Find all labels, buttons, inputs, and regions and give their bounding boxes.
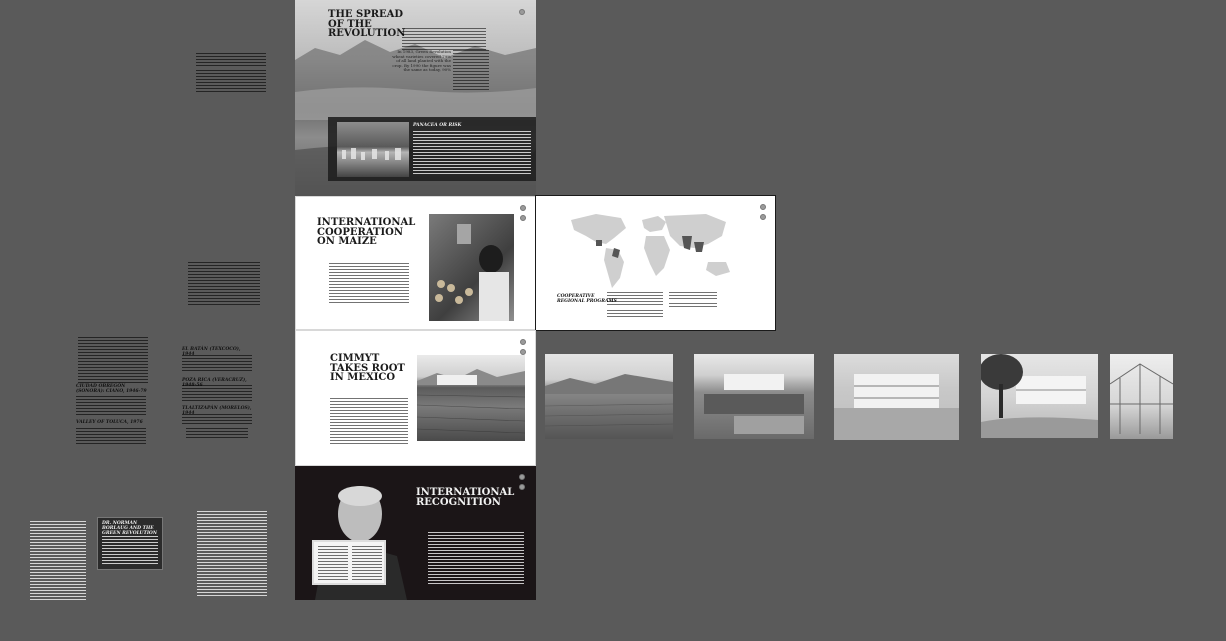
- borlaug-box[interactable]: DR. NORMAN BORLAUG AND THE GREEN REVOLUT…: [97, 517, 163, 570]
- note-block-4: [76, 396, 146, 416]
- title-line: REVOLUTION: [328, 28, 406, 39]
- recognition-body-text: [428, 532, 524, 584]
- spread-body-text: [402, 28, 486, 50]
- info-icon[interactable]: [519, 484, 525, 490]
- close-icon[interactable]: [520, 339, 526, 345]
- note-block-5: [76, 428, 146, 444]
- note-block-1: [196, 53, 266, 67]
- world-map: [571, 214, 730, 288]
- certificate-left: [318, 546, 348, 580]
- note-block-2: [196, 70, 266, 94]
- info-icon[interactable]: [520, 349, 526, 355]
- title-line: IN MEXICO: [330, 372, 396, 383]
- panel-spread-title: THE SPREAD OF THE REVOLUTION: [328, 10, 405, 39]
- borlaug-box-text: [102, 536, 158, 566]
- title-line: ON MAIZE: [317, 236, 377, 247]
- panacea-sidebar[interactable]: PANACEA OR RISK: [328, 117, 536, 181]
- note-block-3: [188, 262, 260, 306]
- close-icon[interactable]: [760, 204, 766, 210]
- map-text-4: [669, 303, 717, 309]
- title-line: RECOGNITION: [416, 496, 501, 508]
- strip-photo-greenhouse[interactable]: [1110, 354, 1173, 439]
- strip-photo-building[interactable]: [834, 354, 959, 440]
- maize-lab-photo: [429, 214, 514, 321]
- map-text-2: [607, 310, 663, 318]
- note-block-11: [197, 511, 267, 597]
- close-icon[interactable]: [520, 205, 526, 211]
- panel-spread-of-revolution[interactable]: THE SPREAD OF THE REVOLUTION In 1983, Gr…: [295, 0, 536, 196]
- strip-photo-fields[interactable]: [545, 354, 673, 439]
- market-photo: [337, 122, 409, 177]
- note-block-10: [30, 521, 86, 601]
- note-block-7: [182, 385, 252, 401]
- spread-body-text-2: [453, 50, 489, 90]
- panel-cimmyt-title: CIMMYT TAKES ROOT IN MEXICO: [330, 354, 405, 383]
- note-block-6: [182, 355, 252, 371]
- panel-cimmyt-mexico[interactable]: CIMMYT TAKES ROOT IN MEXICO: [295, 330, 536, 466]
- field-building-photo: [417, 355, 525, 441]
- strip-photo-tree-building[interactable]: [981, 354, 1098, 438]
- spread-callout: In 1983, Green Revolution wheat varietie…: [392, 49, 451, 73]
- certificate-photo: [312, 540, 386, 585]
- panacea-text: [413, 131, 531, 175]
- note-heading-ciudad: CIUDAD OBREGÓN (SONORA): CIANO, 1946-79: [76, 384, 147, 394]
- panacea-title: PANACEA OR RISK: [413, 123, 462, 128]
- map-text-3: [669, 292, 717, 300]
- maize-body-text: [329, 263, 409, 305]
- panel-world-map[interactable]: COOPERATIVE REGIONAL PROGRAMS: [535, 195, 776, 331]
- panel-cooperation-maize[interactable]: INTERNATIONAL COOPERATION ON MAIZE: [295, 196, 536, 330]
- info-icon[interactable]: [760, 214, 766, 220]
- info-icon[interactable]: [520, 215, 526, 221]
- note-bullets: [78, 337, 148, 383]
- borlaug-box-title: DR. NORMAN BORLAUG AND THE GREEN REVOLUT…: [102, 521, 157, 536]
- note-heading-toluca: VALLEY OF TOLUCA, 1976: [76, 420, 143, 425]
- close-icon[interactable]: [519, 9, 525, 15]
- map-text-1: [607, 292, 663, 306]
- panel-international-recognition[interactable]: INTERNATIONAL RECOGNITION: [295, 466, 536, 600]
- close-icon[interactable]: [519, 474, 525, 480]
- certificate-right: [352, 546, 382, 580]
- panel-recognition-title: INTERNATIONAL RECOGNITION: [416, 488, 514, 507]
- cimmyt-body-text: [330, 398, 408, 444]
- panel-maize-title: INTERNATIONAL COOPERATION ON MAIZE: [317, 218, 415, 247]
- note-block-8: [182, 414, 252, 424]
- note-block-9: [186, 428, 248, 438]
- strip-photo-construction[interactable]: [694, 354, 814, 439]
